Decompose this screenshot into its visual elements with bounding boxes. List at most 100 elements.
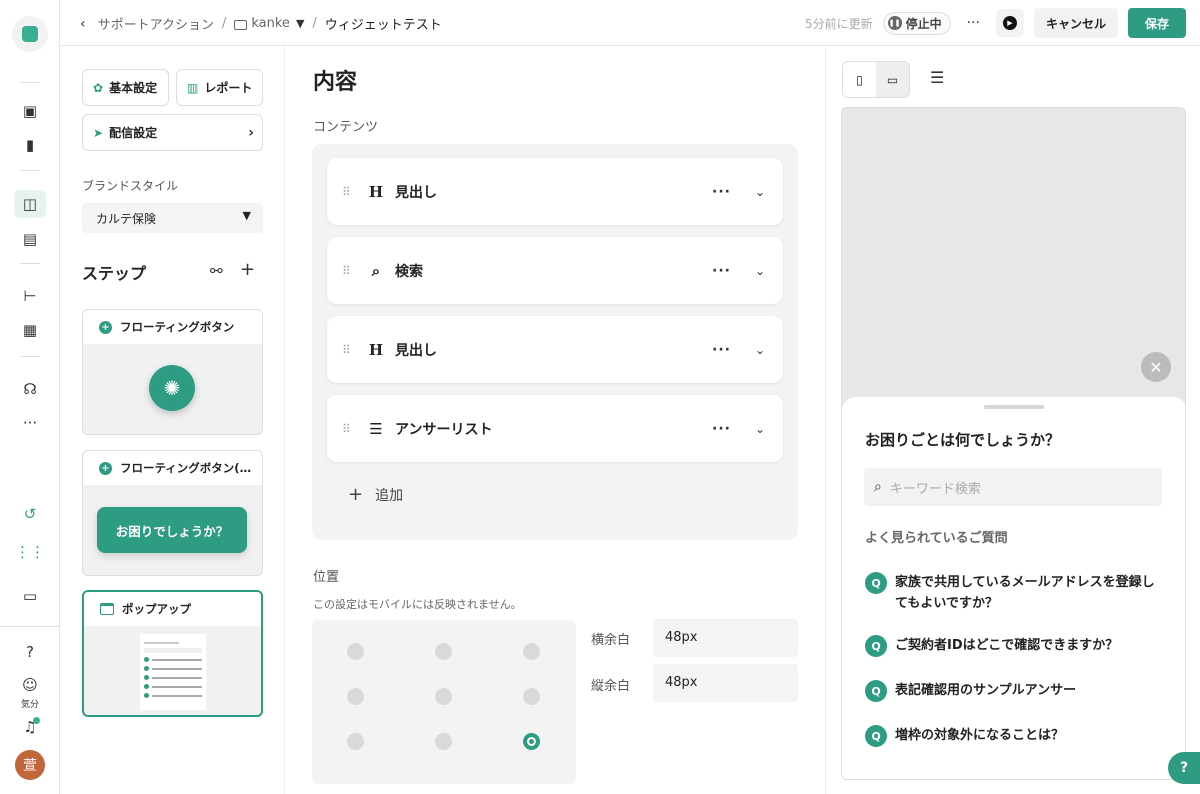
status-badge[interactable]: ❚❚ 停止中 [882,11,951,35]
content-block[interactable]: ⠿ ⌕ 検索 ··· ⌄ [327,237,783,304]
faq-text: 家族で共用しているメールアドレスを登録してもよいですか？ [895,575,1155,611]
delivery-settings-button[interactable]: ➤ 配信設定 › [82,114,263,151]
content-block-label: 見出し [395,342,437,359]
delivery-settings-label: 配信設定 [109,126,158,140]
app-logo[interactable] [12,16,48,52]
step-card-floating-button[interactable]: + フローティングボタン ✺ [82,309,263,435]
more-icon[interactable]: ··· [14,409,46,437]
lightbulb-icon: ✺ [149,365,195,411]
sheet-handle[interactable] [984,405,1044,409]
faq-item[interactable]: Q ご契約者IDはどこで確認できますか？ [865,635,1165,657]
faq-item[interactable]: Q 増枠の対象外になることは？ [865,725,1165,747]
help-icon[interactable]: ? [14,638,46,666]
layout-icon[interactable]: ▤ [14,225,46,253]
top-header: ‹ サポートアクション / kanke ▼ / ウィジェットテスト 5分前に更新… [60,0,1200,46]
thumbnail-row [144,657,202,662]
play-button[interactable]: ▶ [995,9,1024,37]
content-block[interactable]: ⠿ H 見出し ··· ⌄ [327,158,783,225]
position-option[interactable] [435,688,452,705]
heading-icon: H [368,182,384,201]
add-content-button[interactable]: + 追加 [348,484,403,505]
popup-sheet: お困りごとは何でしょうか？ ⌕ キーワード検索 よく見られているご質問 Q 家族… [842,397,1185,779]
flow-icon[interactable]: ⊢ [14,282,46,310]
send-icon: ➤ [93,125,104,140]
content-block[interactable]: ⠿ ☰ アンサーリスト ··· ⌄ [327,395,783,462]
position-option[interactable] [523,688,540,705]
bell-icon[interactable]: ♫ [14,713,46,741]
content-editor: 内容 コンテンツ ⠿ H 見出し ··· ⌄ ⠿ ⌕ 検索 ··· ⌄ ⠿ H … [285,46,825,794]
add-label: 追加 [375,487,404,504]
window-icon[interactable]: ▭ [14,582,46,610]
drag-handle-icon[interactable]: ⠿ [342,264,351,278]
status-label: 停止中 [905,16,942,31]
basic-settings-button[interactable]: ✿ 基本設定 [82,69,169,106]
position-option[interactable] [435,733,452,750]
more-menu-button[interactable]: ··· [961,15,986,31]
close-icon[interactable]: ✕ [1141,352,1171,382]
chevron-down-icon[interactable]: ⌄ [755,422,765,436]
position-option[interactable] [435,643,452,660]
help-button[interactable]: ? [1168,752,1200,784]
thumbnail-line [144,648,202,653]
hierarchy-icon[interactable]: ⚯ [210,262,223,280]
chevron-down-icon[interactable]: ⌄ [755,343,765,357]
sliders-icon[interactable]: ☰ [930,68,944,87]
chevron-down-icon[interactable]: ⌄ [755,185,765,199]
apps-grid-icon[interactable]: ⋮⋮ [14,538,46,566]
drag-handle-icon[interactable]: ⠿ [342,343,351,357]
content-block[interactable]: ⠿ H 見出し ··· ⌄ [327,316,783,383]
position-option[interactable] [347,643,364,660]
thumbnail-row [144,693,202,698]
search-input[interactable]: ⌕ キーワード検索 [864,468,1162,506]
block-more-icon[interactable]: ··· [712,263,731,279]
block-more-icon[interactable]: ··· [712,421,731,437]
inbox-icon[interactable]: ▣ [14,97,46,125]
add-step-button[interactable]: + [240,259,255,280]
block-more-icon[interactable]: ··· [712,184,731,200]
position-option[interactable] [347,733,364,750]
bar-chart-icon[interactable]: ▮ [14,131,46,159]
header-actions: 5分前に更新 ❚❚ 停止中 ··· ▶ キャンセル 保存 [805,8,1186,38]
faq-item[interactable]: Q 家族で共用しているメールアドレスを登録してもよいですか？ [865,572,1165,614]
faq-item[interactable]: Q 表記確認用のサンプルアンサー [865,680,1165,702]
chevron-right-icon: › [248,124,254,141]
breadcrumb-root[interactable]: サポートアクション [98,14,214,33]
position-option-selected[interactable] [523,733,540,750]
content-block-label: 検索 [395,263,423,280]
pause-icon: ❚❚ [887,16,902,30]
smiley-icon[interactable]: ☺ [14,671,46,699]
cancel-button[interactable]: キャンセル [1033,8,1118,38]
chevron-down-icon[interactable]: ⌄ [755,264,765,278]
avatar[interactable]: 萱 [15,750,45,780]
faq-text: 表記確認用のサンプルアンサー [895,683,1077,698]
contents-label: コンテンツ [313,120,379,135]
step-card-popup[interactable]: ポップアップ [82,590,263,717]
report-button[interactable]: ▥ レポート [176,69,263,106]
breadcrumb-separator: / [221,16,227,31]
drag-handle-icon[interactable]: ⠿ [342,422,351,436]
horizontal-margin-input[interactable]: 48px [653,619,798,657]
position-option[interactable] [347,688,364,705]
desktop-icon[interactable]: ▭ [876,62,909,97]
save-button[interactable]: 保存 [1127,8,1186,38]
document-icon[interactable]: ▦ [14,316,46,344]
headset-icon[interactable]: ☊ [14,375,46,403]
thumbnail-row [144,666,202,671]
plus-circle-icon: + [99,461,112,475]
position-option[interactable] [523,643,540,660]
brand-style-select[interactable]: カルテ保険 ▼ [82,203,263,233]
widget-icon[interactable]: ◫ [14,190,46,218]
drag-handle-icon[interactable]: ⠿ [342,185,351,199]
step-card-floating-button-2[interactable]: + フローティングボタン(… お困りでしょうか？ [82,450,263,576]
step-card-header: + フローティングボタン [83,310,262,344]
block-more-icon[interactable]: ··· [712,342,731,358]
chevron-down-icon[interactable]: ▼ [296,17,304,30]
page-title: 内容 [313,70,358,95]
question-badge: Q [865,635,887,657]
plus-circle-icon: + [99,320,112,334]
mobile-icon[interactable]: ▯ [843,62,876,97]
back-arrow-icon[interactable]: ‹ [80,16,86,32]
breadcrumb-folder[interactable]: kanke [251,16,290,31]
vertical-margin-input[interactable]: 48px [653,664,798,702]
history-icon[interactable]: ↺ [14,500,46,528]
